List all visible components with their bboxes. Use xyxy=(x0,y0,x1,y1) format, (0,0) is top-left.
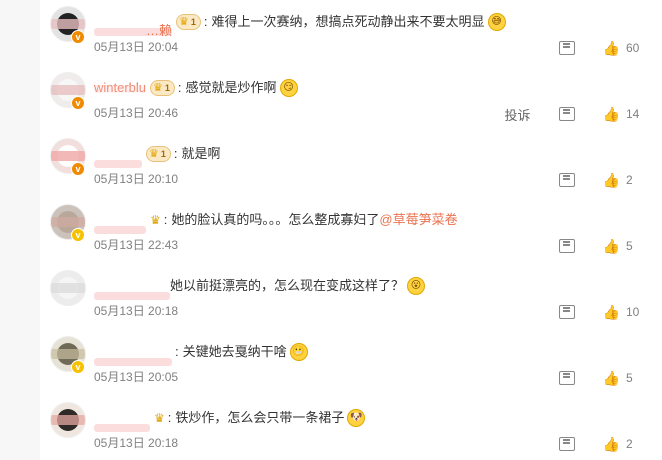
avatar[interactable] xyxy=(50,270,86,306)
verified-badge-icon: v xyxy=(71,30,85,44)
comment-text: 感觉就是炒作啊 xyxy=(185,80,277,95)
comment-item: ♛ : 铁炒作，怎么会只带一条裙子 🐶 05月13日 20:18 👍 2 xyxy=(40,396,662,460)
report-button[interactable]: 投诉 xyxy=(505,105,531,124)
comment-icon[interactable] xyxy=(558,371,575,385)
timestamp: 05月13日 20:18 xyxy=(94,436,179,450)
like-count: 5 xyxy=(626,239,633,253)
comment-icon[interactable] xyxy=(558,437,575,451)
comment-text: 铁炒作，怎么会只带一条裙子 xyxy=(175,410,345,425)
comment-actions: 👍 60 xyxy=(558,40,642,57)
emoji-doge-icon: 🐶 xyxy=(347,409,366,427)
like-count: 2 xyxy=(626,173,633,187)
timestamp: 05月13日 22:43 xyxy=(94,238,179,252)
comment-actions: 👍 5 xyxy=(558,238,642,255)
like-count: 5 xyxy=(626,371,633,385)
comment-actions: 👍 5 xyxy=(558,370,642,387)
comment-text: 关键她去戛纳干啥 xyxy=(182,344,287,359)
timestamp: 05月13日 20:46 xyxy=(94,106,179,120)
comment-actions: 投诉 👍 14 xyxy=(505,105,642,124)
emoji-sweat-icon: 😅 xyxy=(487,13,506,31)
thumb-up-icon[interactable]: 👍 xyxy=(603,238,620,255)
like-count: 14 xyxy=(626,107,640,121)
verified-badge-icon: v xyxy=(71,360,85,374)
comment-text: 就是啊 xyxy=(181,146,221,161)
comment-icon[interactable] xyxy=(558,41,575,55)
comment-item: v ♛ : 她的脸认真的吗。。。怎么整成寡妇了 @草莓笋菜卷 05月13日 22… xyxy=(40,198,662,262)
colon: : xyxy=(167,410,172,425)
crown-icon: ♛ 1 xyxy=(146,146,171,162)
verified-badge-icon: v xyxy=(71,228,85,242)
comment-icon[interactable] xyxy=(558,107,575,121)
thumb-up-icon[interactable]: 👍 xyxy=(603,172,620,189)
comment-item: v …赖 ♛ 1 : 难得上一次赛纳，想搞点死动静出来不要太明显 😅 05月13日… xyxy=(40,0,662,64)
comment-item: v : 关键她去戛纳干啥 😬 05月13日 20:05 👍 5 xyxy=(40,330,662,394)
comment-list: v …赖 ♛ 1 : 难得上一次赛纳，想搞点死动静出来不要太明显 😅 05月13日… xyxy=(40,0,662,460)
crown-icon: ♛ xyxy=(150,213,161,227)
comment-icon[interactable] xyxy=(558,239,575,253)
like-count: 10 xyxy=(626,305,640,319)
emoji-grimace-icon: 😬 xyxy=(289,343,308,361)
username[interactable]: winterblu xyxy=(94,79,147,97)
avatar[interactable] xyxy=(50,402,86,438)
comment-text: 难得上一次赛纳，想搞点死动静出来不要太明显 xyxy=(211,14,485,29)
comment-actions: 👍 2 xyxy=(558,172,642,189)
verified-badge-icon: v xyxy=(71,162,85,176)
timestamp: 05月13日 20:04 xyxy=(94,40,179,54)
comment-actions: 👍 2 xyxy=(558,436,642,453)
comment-icon[interactable] xyxy=(558,305,575,319)
colon: : xyxy=(177,80,182,95)
like-count: 60 xyxy=(626,41,640,55)
crown-icon: ♛ xyxy=(154,411,165,425)
thumb-up-icon[interactable]: 👍 xyxy=(603,436,620,453)
emoji-surprised-icon: 😮 xyxy=(407,277,426,295)
colon: : xyxy=(173,146,178,161)
comment-actions: 👍 10 xyxy=(558,304,642,321)
comment-icon[interactable] xyxy=(558,173,575,187)
comment-text: 她的脸认真的吗。。。怎么整成寡妇了 xyxy=(171,212,380,227)
left-gutter xyxy=(0,0,40,460)
comment-text: 她以前挺漂亮的，怎么现在变成这样了？ xyxy=(170,278,405,293)
timestamp: 05月13日 20:05 xyxy=(94,370,179,384)
colon: : xyxy=(203,14,208,29)
emoji-smirk-icon: 😏 xyxy=(279,79,298,97)
verified-badge-icon: v xyxy=(71,96,85,110)
timestamp: 05月13日 20:10 xyxy=(94,172,179,186)
like-count: 2 xyxy=(626,437,633,451)
thumb-up-icon[interactable]: 👍 xyxy=(603,304,620,321)
thumb-up-icon[interactable]: 👍 xyxy=(603,106,620,123)
timestamp: 05月13日 20:18 xyxy=(94,304,179,318)
colon: : xyxy=(163,212,168,227)
crown-icon: ♛ 1 xyxy=(150,80,175,96)
comment-item: v ♛ 1 : 就是啊 05月13日 20:10 👍 2 xyxy=(40,132,662,196)
colon: : xyxy=(175,344,179,359)
mention-link[interactable]: @草莓笋菜卷 xyxy=(379,211,457,229)
comment-item: v winterblu ♛ 1 : 感觉就是炒作啊 😏 05月13日 20:46 … xyxy=(40,66,662,130)
thumb-up-icon[interactable]: 👍 xyxy=(603,40,620,57)
crown-icon: ♛ 1 xyxy=(176,14,201,30)
thumb-up-icon[interactable]: 👍 xyxy=(603,370,620,387)
comment-item: 她以前挺漂亮的，怎么现在变成这样了？ 😮 05月13日 20:18 👍 10 xyxy=(40,264,662,328)
